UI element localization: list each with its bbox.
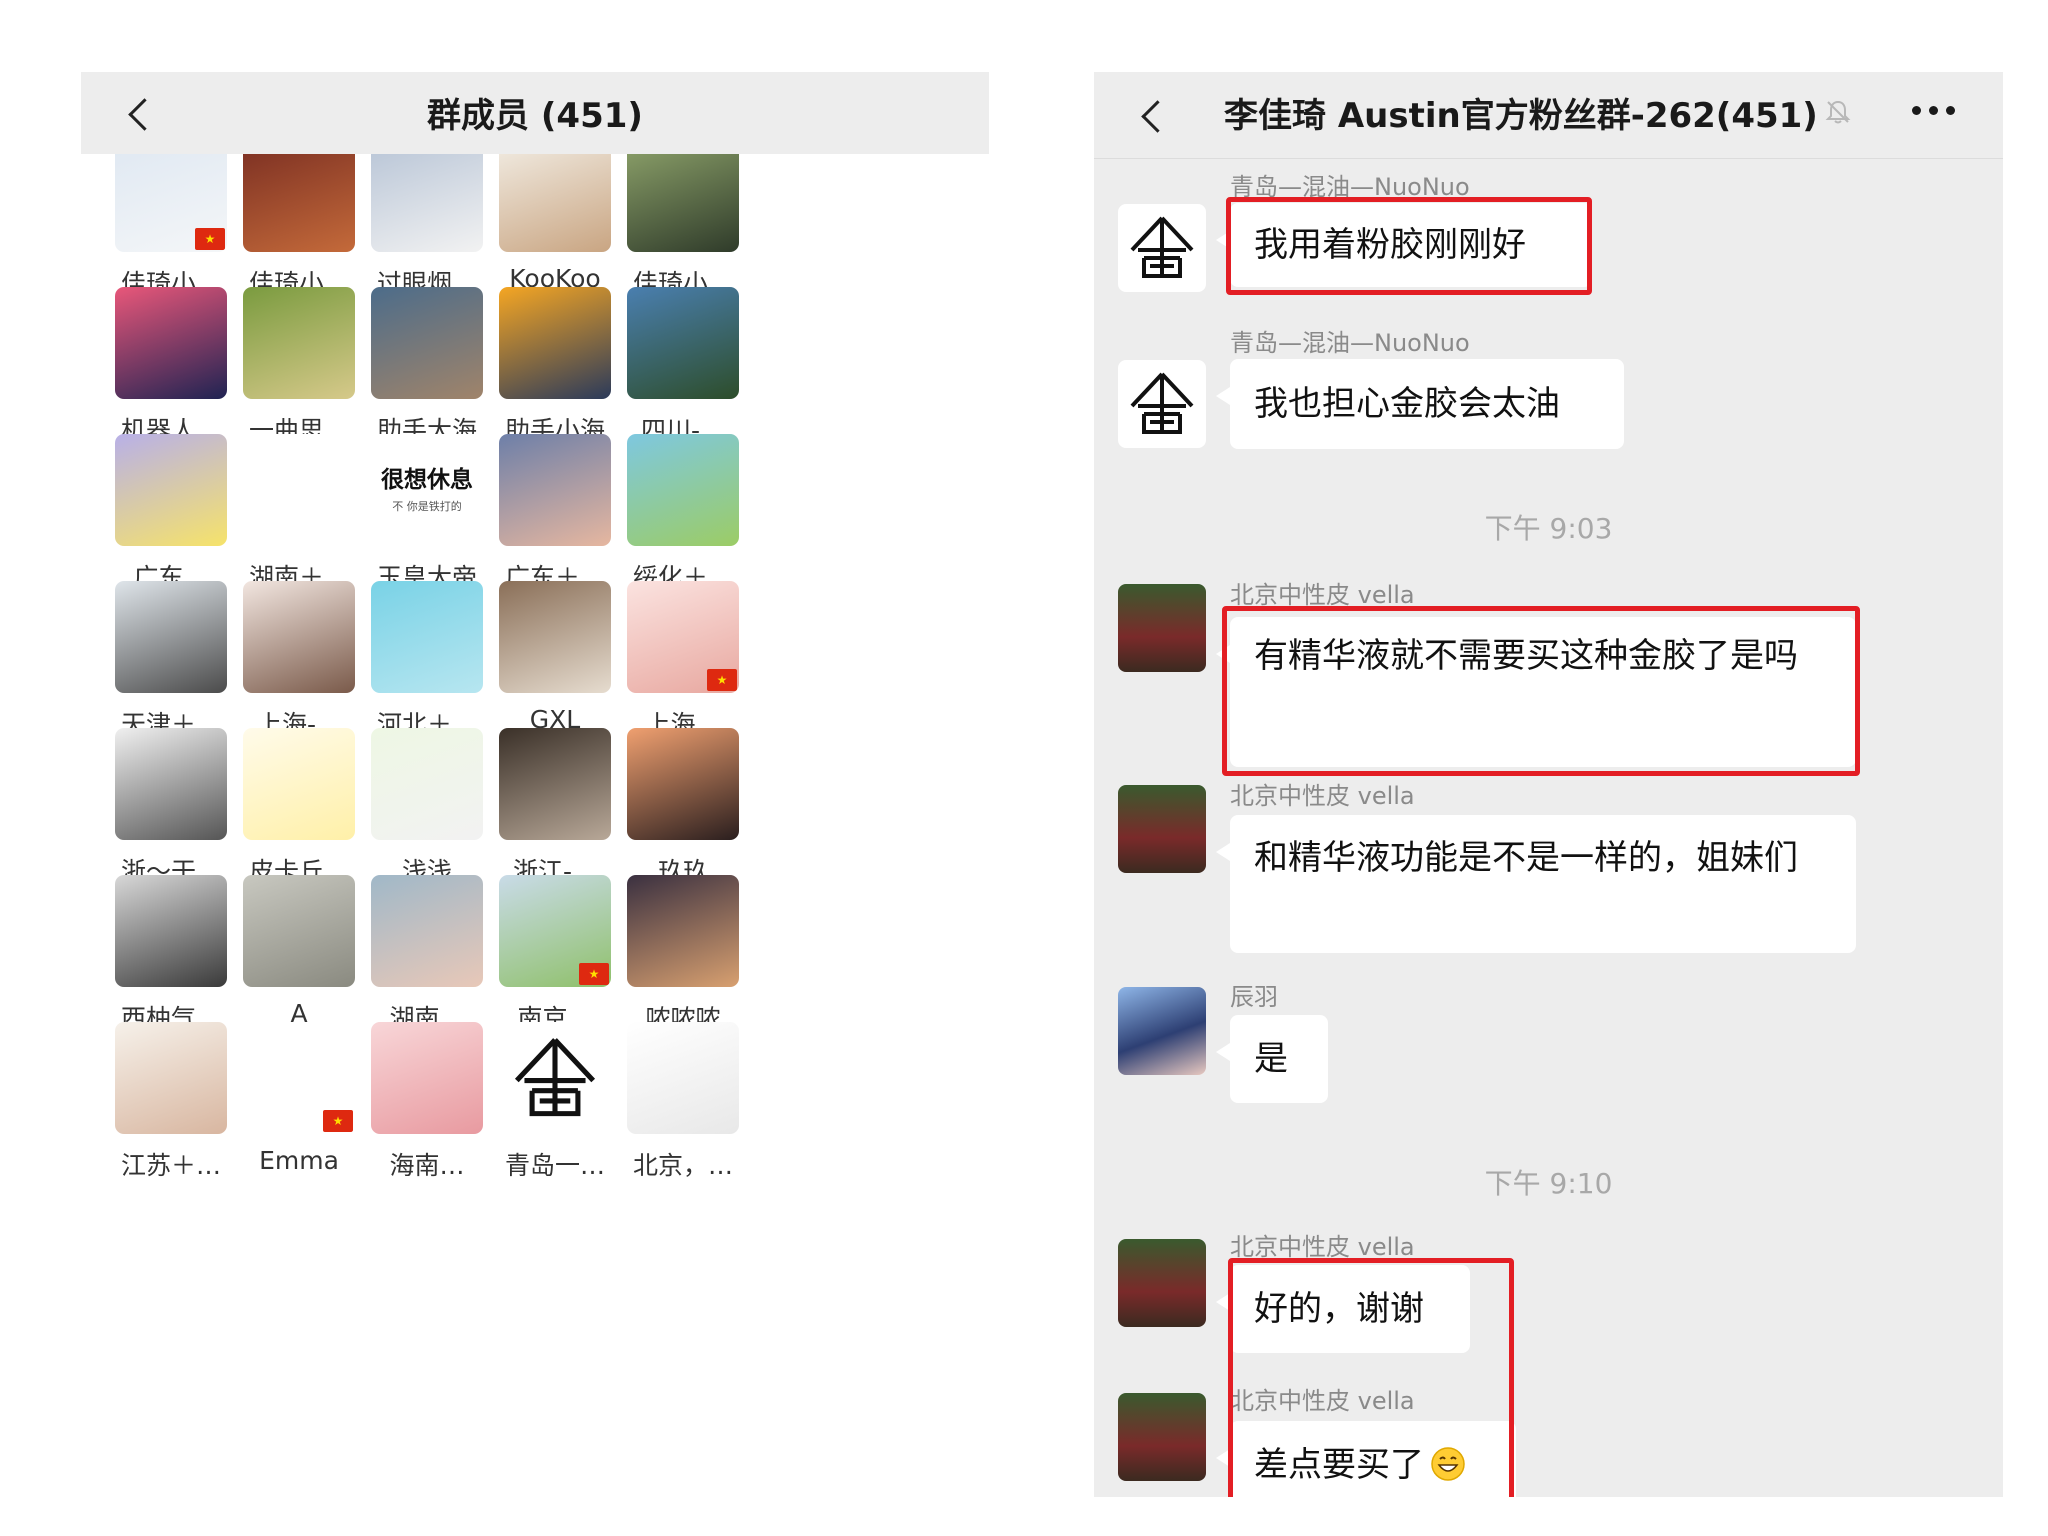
avatar: ★ [627,581,739,693]
avatar [627,728,739,840]
avatar[interactable] [1118,1393,1206,1481]
avatar [243,875,355,987]
building-logo-icon [1130,372,1194,434]
avatar [499,728,611,840]
bell-off-icon [1825,100,1851,124]
avatar [115,287,227,399]
avatar [627,287,739,399]
avatar [115,875,227,987]
sender-name: 北京中性皮 vella [1230,782,1415,810]
avatar [499,287,611,399]
avatar [499,154,611,252]
more-dots-icon[interactable] [1912,106,1956,120]
page-title: 群成员 (451) [427,96,643,136]
message-list: 青岛—混油—NuoNuo 我用着粉胶刚刚好 青岛—混油—NuoNuo 我也担心金… [1094,159,2003,1497]
member-item[interactable]: 北京，… [599,1022,767,1215]
avatar: ★ [243,1022,355,1134]
sender-name: 北京中性皮 vella [1230,581,1415,609]
avatar [499,581,611,693]
avatar [371,154,483,252]
message-bubble[interactable]: 和精华液功能是不是一样的，姐妹们 [1216,815,1856,953]
avatar [243,287,355,399]
avatar-caption: 很想休息 [381,467,473,493]
building-logo-icon [1130,216,1194,278]
china-flag-icon: ★ [707,669,737,691]
avatar [371,581,483,693]
members-header: 群成员 (451) [81,72,989,154]
avatar [115,728,227,840]
sender-name: 辰羽 [1230,983,1278,1011]
avatar[interactable] [1118,785,1206,873]
members-panel: 群成员 (451) ★ 佳琦小… 佳琦小… 过眼烟… KooKoo 佳琦小… 机器人… 一曲思… [81,72,989,1480]
avatar [371,1022,483,1134]
avatar [115,581,227,693]
timestamp: 下午 9:10 [1484,1167,1613,1200]
avatar [243,728,355,840]
chat-header: 李佳琦 Austin官方粉丝群-262(451) [1094,72,2003,159]
highlight-box [1222,606,1860,776]
chat-panel: 李佳琦 Austin官方粉丝群-262(451) 青岛—混油—NuoNuo 我用… [1094,72,2003,1497]
avatar[interactable] [1118,987,1206,1075]
avatar [371,875,483,987]
avatar[interactable] [1118,1239,1206,1327]
avatar [371,728,483,840]
message-bubble[interactable]: 是 [1216,1015,1328,1103]
avatar [627,875,739,987]
avatar[interactable] [1118,360,1206,448]
avatar [243,154,355,252]
avatar [115,434,227,546]
avatar [371,287,483,399]
avatar [627,1022,739,1134]
chat-title: 李佳琦 Austin官方粉丝群-262(451) [1224,96,1818,136]
highlight-box [1226,197,1592,295]
member-name: 北京，… [632,1151,733,1180]
avatar[interactable] [1118,584,1206,672]
avatar: 很想休息不 你是铁打的 [371,434,483,546]
highlight-box [1228,1258,1514,1497]
avatar [243,581,355,693]
avatar [499,1022,611,1134]
sender-name: 青岛—混油—NuoNuo [1230,329,1470,357]
avatar [243,434,355,546]
message-bubble[interactable]: 我也担心金胶会太油 [1216,359,1624,449]
avatar[interactable] [1118,204,1206,292]
avatar [627,154,739,252]
avatar [499,434,611,546]
member-grid: ★ 佳琦小… 佳琦小… 过眼烟… KooKoo 佳琦小… 机器人… 一曲思… 助手大海 助手小海四… [81,154,989,1474]
avatar [627,434,739,546]
avatar-subcaption: 不 你是铁打的 [392,500,462,513]
sender-name: 北京中性皮 vella [1230,1233,1415,1261]
avatar: ★ [115,154,227,252]
back-chevron-icon[interactable] [1134,96,1174,136]
avatar: ★ [499,875,611,987]
timestamp: 下午 9:03 [1484,512,1613,545]
building-logo-icon [514,1038,596,1117]
avatar [115,1022,227,1134]
